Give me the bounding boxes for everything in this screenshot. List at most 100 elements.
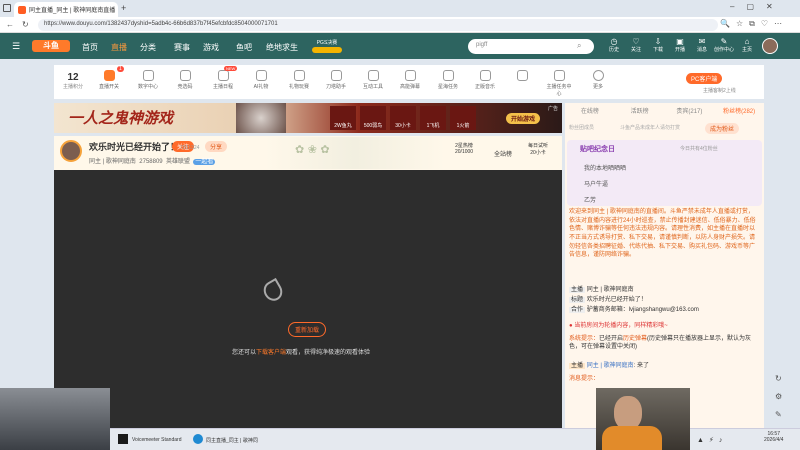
back-icon[interactable]: ← — [6, 20, 14, 29]
download-button[interactable]: ⇩ 下载 — [648, 37, 668, 53]
hot-rank[interactable]: 2星热榜 20/1000 — [455, 142, 473, 155]
shield-icon — [330, 70, 342, 81]
voicemeeter-label[interactable]: Voicemeeter Standard — [132, 437, 181, 443]
reload-button[interactable]: 重新加载 — [288, 322, 327, 337]
share-button[interactable]: 分享 — [205, 141, 228, 152]
calendar-icon — [217, 70, 229, 81]
spring-decoration: ✿ ❀ ✿ — [265, 137, 445, 169]
site-logo[interactable]: 斗鱼 — [32, 40, 70, 52]
tool-danmaku[interactable]: 高能弹幕 — [397, 70, 423, 90]
system-tip: 系统提示：已经开启历史弹幕(历史弹幕只在播放器上显示，默认为灰色，可在弹幕设置中… — [569, 335, 759, 351]
notification-badge: 1 — [117, 66, 124, 72]
rank-block[interactable]: 12 主播积分 — [60, 72, 86, 90]
url-input[interactable]: https://www.douyu.com/1382437dyshid=5adb… — [38, 19, 718, 31]
gift-icon — [293, 70, 305, 81]
tray-icons[interactable]: ▲⚡♪ — [697, 436, 727, 444]
edge-icon[interactable] — [193, 434, 203, 444]
category-link[interactable]: 英雄联盟 — [166, 159, 190, 165]
webcam-overlay-room — [0, 388, 110, 450]
edit-float-icon[interactable]: ✎ — [775, 410, 782, 419]
tool-interactive[interactable]: 互动工具 — [360, 70, 386, 90]
new-tab-icon[interactable]: + — [121, 3, 126, 13]
homepage-label: 主页 — [741, 46, 752, 53]
streamer-avatar[interactable] — [60, 140, 82, 162]
room-label: 同主 — [89, 159, 102, 165]
tool-schedule[interactable]: 主播日程 — [210, 70, 236, 90]
video-player[interactable] — [54, 170, 562, 428]
tool-label: 互动工具 — [362, 84, 383, 90]
start-game-button[interactable]: 开始游戏 — [506, 113, 541, 124]
refresh-icon[interactable]: ↻ — [22, 20, 29, 29]
menu-icon[interactable]: ☰ — [12, 41, 20, 52]
tool-data-center[interactable]: 数字中心 — [135, 70, 161, 90]
messages-label: 消息 — [696, 46, 707, 53]
nav-fishbar[interactable]: 鱼吧 — [236, 42, 252, 53]
hint-tail: 观看，获得纯净极速的观看体验 — [286, 350, 371, 356]
tool-gift-box[interactable] — [509, 70, 535, 83]
event-row: 我的本地晒晒晒 — [584, 166, 627, 172]
system-text: 已经开启 — [599, 336, 624, 342]
rank-value: 12 — [67, 72, 79, 83]
new-badge: NEW — [224, 66, 238, 71]
creator-center-button[interactable]: ✎ 创作中心 — [712, 37, 736, 53]
tab-online[interactable]: 在线榜 — [565, 106, 615, 119]
info-value: 欢乐时光已经开始了！ — [586, 297, 647, 304]
chat-username[interactable]: 同主 | 歌神同庭南 — [587, 363, 634, 369]
info-value: 同主 | 歌神同庭南 — [586, 287, 634, 293]
room-id: 7051324 — [180, 145, 200, 151]
tier-value: 20/1000 — [455, 149, 474, 155]
download-client-link[interactable]: 下载客户端 — [256, 350, 286, 356]
all-site-rank[interactable]: 全站榜 — [494, 149, 512, 158]
become-fan-button[interactable]: 成为粉丝 — [705, 123, 740, 134]
history-button[interactable]: ◷ 历史 — [604, 37, 624, 53]
tool-vote[interactable]: 竞选码 — [172, 70, 198, 90]
more-icon — [592, 70, 604, 81]
homepage-button[interactable]: ⌂ 主页 — [737, 37, 757, 53]
nav-home[interactable]: 首页 — [82, 42, 98, 53]
tool-task-center[interactable]: 主播任务中心 — [546, 70, 572, 97]
follow-button[interactable]: ♡ 关注 — [626, 37, 646, 53]
reward-item: 30小卡 — [390, 106, 416, 130]
tool-live-switch[interactable]: 直播开关 — [96, 70, 122, 90]
tool-ai-gift[interactable]: AI礼物 — [248, 70, 274, 90]
watch-together-tag[interactable]: 一起看 — [193, 159, 216, 165]
tab-fans[interactable]: 粉丝榜(282) — [714, 106, 764, 119]
browser-task-label[interactable]: 同主直播_同主 | 歌神同 — [206, 437, 258, 444]
tool-label: 竞选码 — [177, 84, 193, 90]
nav-live[interactable]: 直播 — [111, 42, 127, 53]
daily-listen[interactable]: 每日试听 20小卡 — [528, 142, 548, 156]
tab-vip[interactable]: 贵宾(217) — [665, 106, 715, 119]
pc-client-button[interactable]: PC客户端 — [686, 73, 723, 84]
tool-more[interactable]: 更多 — [585, 70, 611, 90]
stream-title: 欢乐时光已经开始了！ — [89, 142, 180, 152]
pgs-promo[interactable]: PGS决赛 — [312, 39, 342, 53]
tool-dota-helper[interactable]: 刀塔助手 — [323, 70, 349, 90]
tool-gift-match[interactable]: 礼物玩赛 — [286, 70, 312, 90]
tab-actions-icon[interactable] — [3, 4, 11, 12]
refresh-float-icon[interactable]: ↻ — [775, 374, 782, 383]
tab-active[interactable]: 活跃榜 — [615, 106, 665, 119]
nav-games[interactable]: 游戏 — [203, 42, 219, 53]
tool-music[interactable]: 正版音乐 — [472, 70, 498, 90]
browser-toolbar-icons[interactable]: 🔍☆⧉♡⋯ — [720, 19, 788, 29]
window-controls[interactable]: –▢✕ — [730, 2, 785, 11]
nav-pubg[interactable]: 绝地求生 — [266, 42, 298, 53]
nav-events[interactable]: 赛事 — [174, 42, 190, 53]
reward-item: 500弱鸟 — [360, 106, 386, 130]
user-avatar[interactable] — [762, 38, 778, 54]
clock[interactable]: 16:57 2026/4/4 — [764, 431, 783, 443]
messages-button[interactable]: ✉ 消息 — [692, 37, 712, 53]
nav-category[interactable]: 分类 — [140, 42, 156, 53]
voicemeeter-icon[interactable] — [118, 434, 128, 444]
settings-float-icon[interactable]: ⚙ — [775, 392, 782, 401]
start-live-button[interactable]: ▣ 开播 — [670, 37, 690, 53]
browser-tab[interactable]: 同主直播_同主 | 歌神同庭南直播 ✕ — [14, 2, 118, 17]
tab-title: 同主直播_同主 | 歌神同庭南直播 — [29, 8, 116, 14]
search-icon[interactable]: ⌕ — [577, 41, 581, 51]
creator-label: 创作中心 — [713, 46, 734, 53]
tool-label: AI礼物 — [253, 84, 269, 90]
history-danmaku-link[interactable]: 历史弹幕 — [623, 336, 647, 342]
search-input[interactable]: pigff — [468, 39, 594, 54]
chart-icon — [142, 70, 154, 81]
tool-star-task[interactable]: 星海任务 — [435, 70, 461, 90]
